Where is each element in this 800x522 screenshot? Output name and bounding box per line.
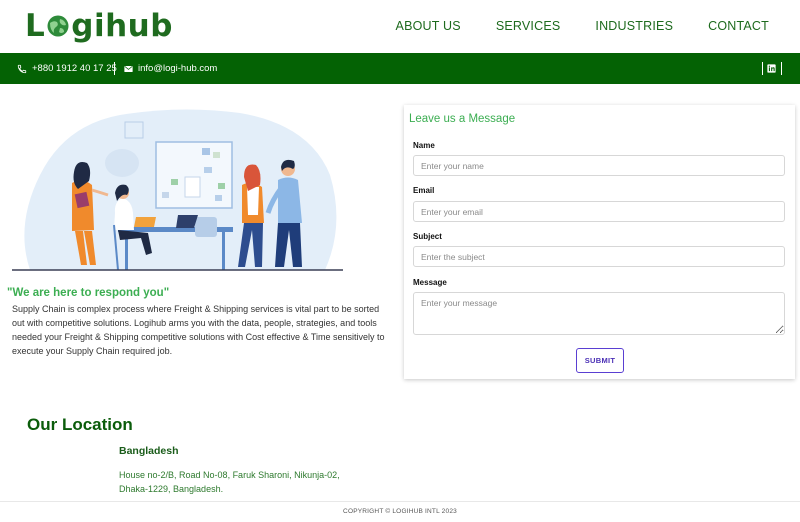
email-input[interactable] [413,201,785,222]
phone-contact[interactable]: +880 1912 40 17 25 [17,53,117,84]
form-title: Leave us a Message [409,113,516,125]
email-contact[interactable]: info@logi-hub.com [124,53,217,84]
globe-icon [47,15,69,37]
location-title: Our Location [27,415,133,434]
phone-number: +880 1912 40 17 25 [32,63,117,74]
subject-label: Subject [413,232,442,241]
nav-about-us[interactable]: ABOUT US [396,19,461,33]
nav-contact[interactable]: CONTACT [708,19,769,33]
name-input[interactable] [413,155,785,176]
logo-text: gihub [71,8,173,44]
message-label: Message [413,278,447,287]
subject-input[interactable] [413,246,785,267]
email-address: info@logi-hub.com [138,63,218,74]
logo-letter-l: L [25,8,46,44]
contact-bar: +880 1912 40 17 25 info@logi-hub.com [0,53,800,84]
nav-services[interactable]: SERVICES [496,19,561,33]
main-nav: ABOUT US SERVICES INDUSTRIES CONTACT [396,19,769,33]
site-header: L gihub ABOUT US SERVICES INDUSTRIES CON… [0,0,800,53]
site-footer: COPYRIGHT © LOGIHUB INTL 2023 [0,501,800,522]
email-label: Email [413,186,435,195]
logihub-logo[interactable]: L gihub [25,6,173,46]
intro-description: Supply Chain is complex process where Fr… [12,304,385,356]
linkedin-link[interactable] [767,53,776,84]
divider [781,62,782,75]
team-meeting-illustration [12,109,343,271]
linkedin-icon [767,64,776,73]
submit-button[interactable]: SUBMIT [576,348,624,373]
divider [114,62,115,75]
location-country: Bangladesh [119,445,179,457]
phone-icon [17,64,27,73]
message-textarea[interactable] [413,292,785,335]
nav-industries[interactable]: INDUSTRIES [595,19,673,33]
contact-form: Leave us a Message Name Email Subject Me… [404,105,795,379]
mail-icon [124,65,133,72]
location-address: House no-2/B, Road No-08, Faruk Sharoni,… [119,470,340,494]
name-label: Name [413,141,435,150]
intro-quote: "We are here to respond you" [7,287,170,299]
copyright-text: COPYRIGHT © LOGIHUB INTL 2023 [343,508,457,515]
divider [762,62,763,75]
